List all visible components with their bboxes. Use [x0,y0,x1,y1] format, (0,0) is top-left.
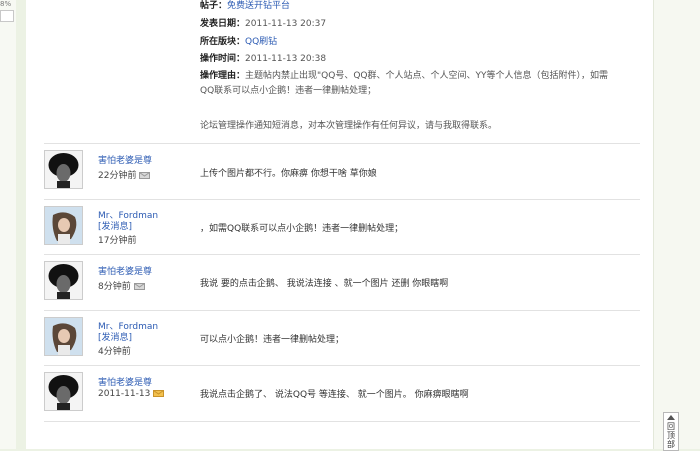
username-link[interactable]: 害怕老婆是尊 [98,153,152,166]
date-value: 2011-11-13 20:37 [245,19,327,29]
girl-portrait-icon [45,207,82,244]
back-to-top-button[interactable]: 回顶部 [663,412,679,451]
notice-footer: 论坛管理操作通知短消息，对本次管理操作有任何异议，请与我取得联系。 [200,121,498,131]
up-arrow-icon [667,415,675,420]
avatar[interactable] [44,206,83,245]
girl-portrait-icon [45,318,82,355]
dark-portrait-icon [45,373,82,410]
post-time: 2011-11-13 [98,389,165,399]
reply-message: 我说点击企鹅了、 说法QQ号 等连接、 就一个图片。 你麻痹眼瞎啊 [200,390,469,400]
reply-message: 可以点小企鹅！违者一律删帖处理； [200,335,345,345]
right-sidebar [653,0,700,449]
envelope-icon [133,283,145,290]
post-label: 帖子： [200,1,228,11]
post-link[interactable]: 免费送开钻平台 [227,1,290,11]
reply-message: ，如需QQ联系可以点小企鹅！违者一律删帖处理； [200,224,404,234]
reply-row: 害怕老婆是尊 8分钟前 我说 要的点击企鹅、 我说法连接 、就一个图片 还删 你… [44,254,640,311]
post-time: 22分钟前 [98,168,151,181]
envelope-icon [139,172,151,179]
reply-row: Mr、Fordman [发消息] 17分钟前 ，如需QQ联系可以点小企鹅！违者一… [44,199,640,255]
board-link[interactable]: QQ刷钻 [245,37,277,47]
date-label: 发表日期： [200,19,246,29]
back-to-top-label: 回顶部 [667,422,675,449]
avatar[interactable] [44,150,83,189]
reason-line-1: 主题帖内禁止出现"QQ号、QQ群、个人站点、个人空间、YY等个人信息（包括附件）… [245,71,608,81]
post-time: 17分钟前 [98,236,137,246]
reason-line-2: QQ联系可以点小企鹅！违者一律删帖处理； [200,86,377,96]
post-time: 4分钟前 [98,347,131,357]
envelope-icon [153,390,165,397]
reply-row: 害怕老婆是尊 2011-11-13 我说点击企鹅了、 说法QQ号 等连接、 就一… [44,365,640,422]
optime-value: 2011-11-13 20:38 [245,54,327,64]
avatar[interactable] [44,317,83,356]
dark-portrait-icon [45,262,82,299]
username-link[interactable]: 害怕老婆是尊 [98,264,152,277]
avatar[interactable] [44,372,83,411]
reply-message: 我说 要的点击企鹅、 我说法连接 、就一个图片 还删 你眼瞎啊 [200,279,449,289]
left-strip: 8% [0,0,16,449]
optime-label: 操作时间： [200,54,246,64]
reply-row: 害怕老婆是尊 22分钟前 上传个图片都不行。你麻痹 你想干啥 草你娘 [44,143,640,200]
username-link[interactable]: 害怕老婆是尊 [98,375,152,388]
dark-portrait-icon [45,151,82,188]
reason-label: 操作理由： [200,71,246,81]
send-message-link[interactable]: [发消息] [98,330,132,343]
reply-message: 上传个图片都不行。你麻痹 你想干啥 草你娘 [200,169,377,179]
left-input-box[interactable] [0,10,14,22]
post-time: 8分钟前 [98,279,145,292]
avatar[interactable] [44,261,83,300]
zoom-percent: 8% [0,0,12,8]
board-label: 所在版块： [200,37,246,47]
send-message-link[interactable]: [发消息] [98,219,132,232]
reply-row: Mr、Fordman [发消息] 4分钟前 可以点小企鹅！违者一律删帖处理； [44,310,640,366]
